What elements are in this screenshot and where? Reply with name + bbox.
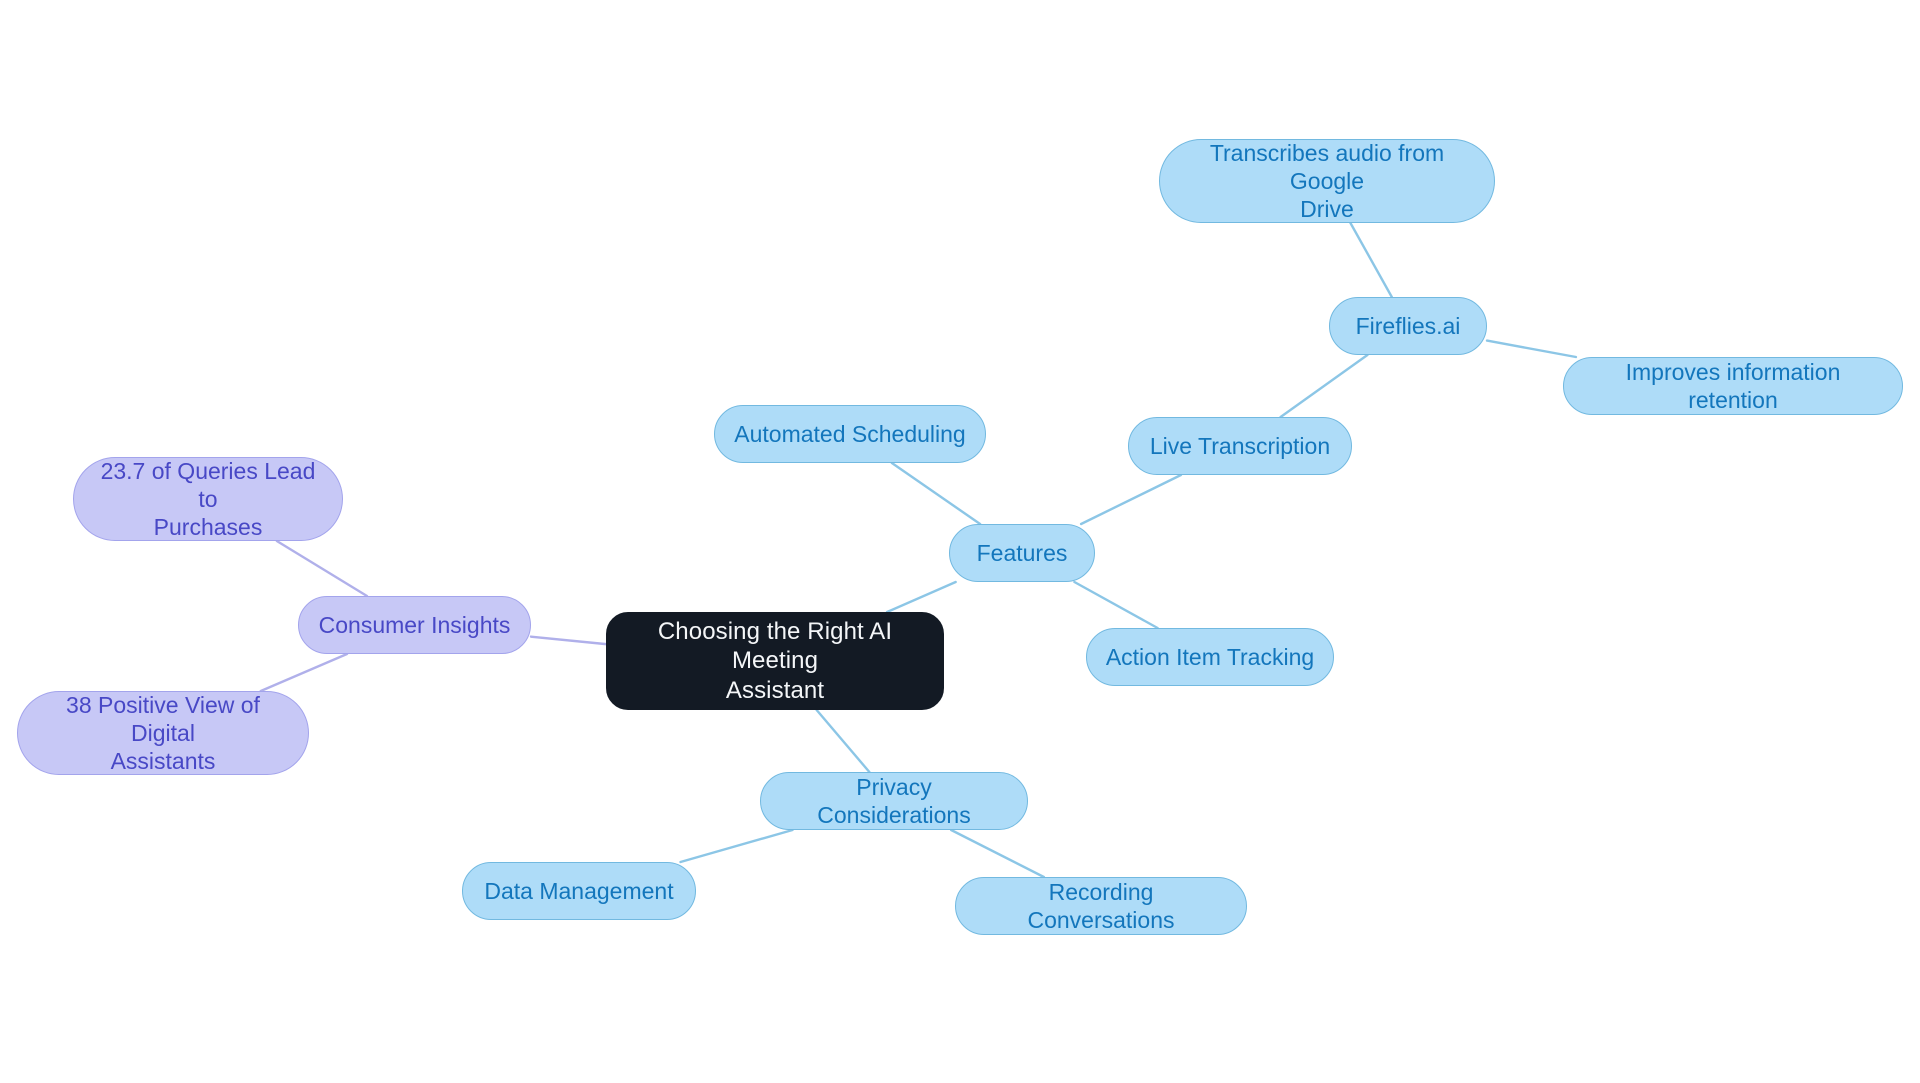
mindmap-node-action-item-tracking[interactable]: Action Item Tracking xyxy=(1086,628,1334,686)
mindmap-edge-consumer-insights-to-positive-view-assistants xyxy=(259,652,349,693)
mindmap-node-improves-retention[interactable]: Improves information retention xyxy=(1563,357,1903,415)
mindmap-canvas: Choosing the Right AI Meeting Assistant F… xyxy=(0,0,1920,1083)
mindmap-edge-features-to-automated-scheduling xyxy=(890,461,982,526)
mindmap-edge-privacy-considerations-to-data-management xyxy=(679,828,794,864)
mindmap-node-features[interactable]: Features xyxy=(949,524,1095,582)
mindmap-edge-root-to-consumer-insights xyxy=(529,635,608,646)
mindmap-node-privacy-considerations[interactable]: Privacy Considerations xyxy=(760,772,1028,830)
mindmap-edge-live-transcription-to-fireflies-ai xyxy=(1279,353,1369,419)
mindmap-edge-features-to-action-item-tracking xyxy=(1073,580,1159,630)
mindmap-edge-features-to-live-transcription xyxy=(1079,473,1183,526)
mindmap-node-fireflies-ai[interactable]: Fireflies.ai xyxy=(1329,297,1487,355)
mindmap-node-consumer-insights[interactable]: Consumer Insights xyxy=(298,596,531,654)
mindmap-node-root[interactable]: Choosing the Right AI Meeting Assistant xyxy=(606,612,944,710)
mindmap-node-queries-lead-purchases[interactable]: 23.7 of Queries Lead to Purchases xyxy=(73,457,343,541)
mindmap-edge-fireflies-ai-to-transcribes-audio xyxy=(1349,221,1394,299)
mindmap-node-live-transcription[interactable]: Live Transcription xyxy=(1128,417,1352,475)
mindmap-edge-consumer-insights-to-queries-lead-purchases xyxy=(275,539,369,598)
mindmap-node-data-management[interactable]: Data Management xyxy=(462,862,696,920)
mindmap-node-positive-view-assistants[interactable]: 38 Positive View of Digital Assistants xyxy=(17,691,309,775)
mindmap-node-transcribes-audio[interactable]: Transcribes audio from Google Drive xyxy=(1159,139,1495,223)
mindmap-node-automated-scheduling[interactable]: Automated Scheduling xyxy=(714,405,986,463)
mindmap-edge-root-to-features xyxy=(885,580,957,614)
mindmap-node-recording-conversations[interactable]: Recording Conversations xyxy=(955,877,1247,935)
mindmap-edge-fireflies-ai-to-improves-retention xyxy=(1485,339,1578,359)
mindmap-edge-privacy-considerations-to-recording-conversations xyxy=(949,828,1046,879)
mindmap-edge-root-to-privacy-considerations xyxy=(815,708,871,774)
